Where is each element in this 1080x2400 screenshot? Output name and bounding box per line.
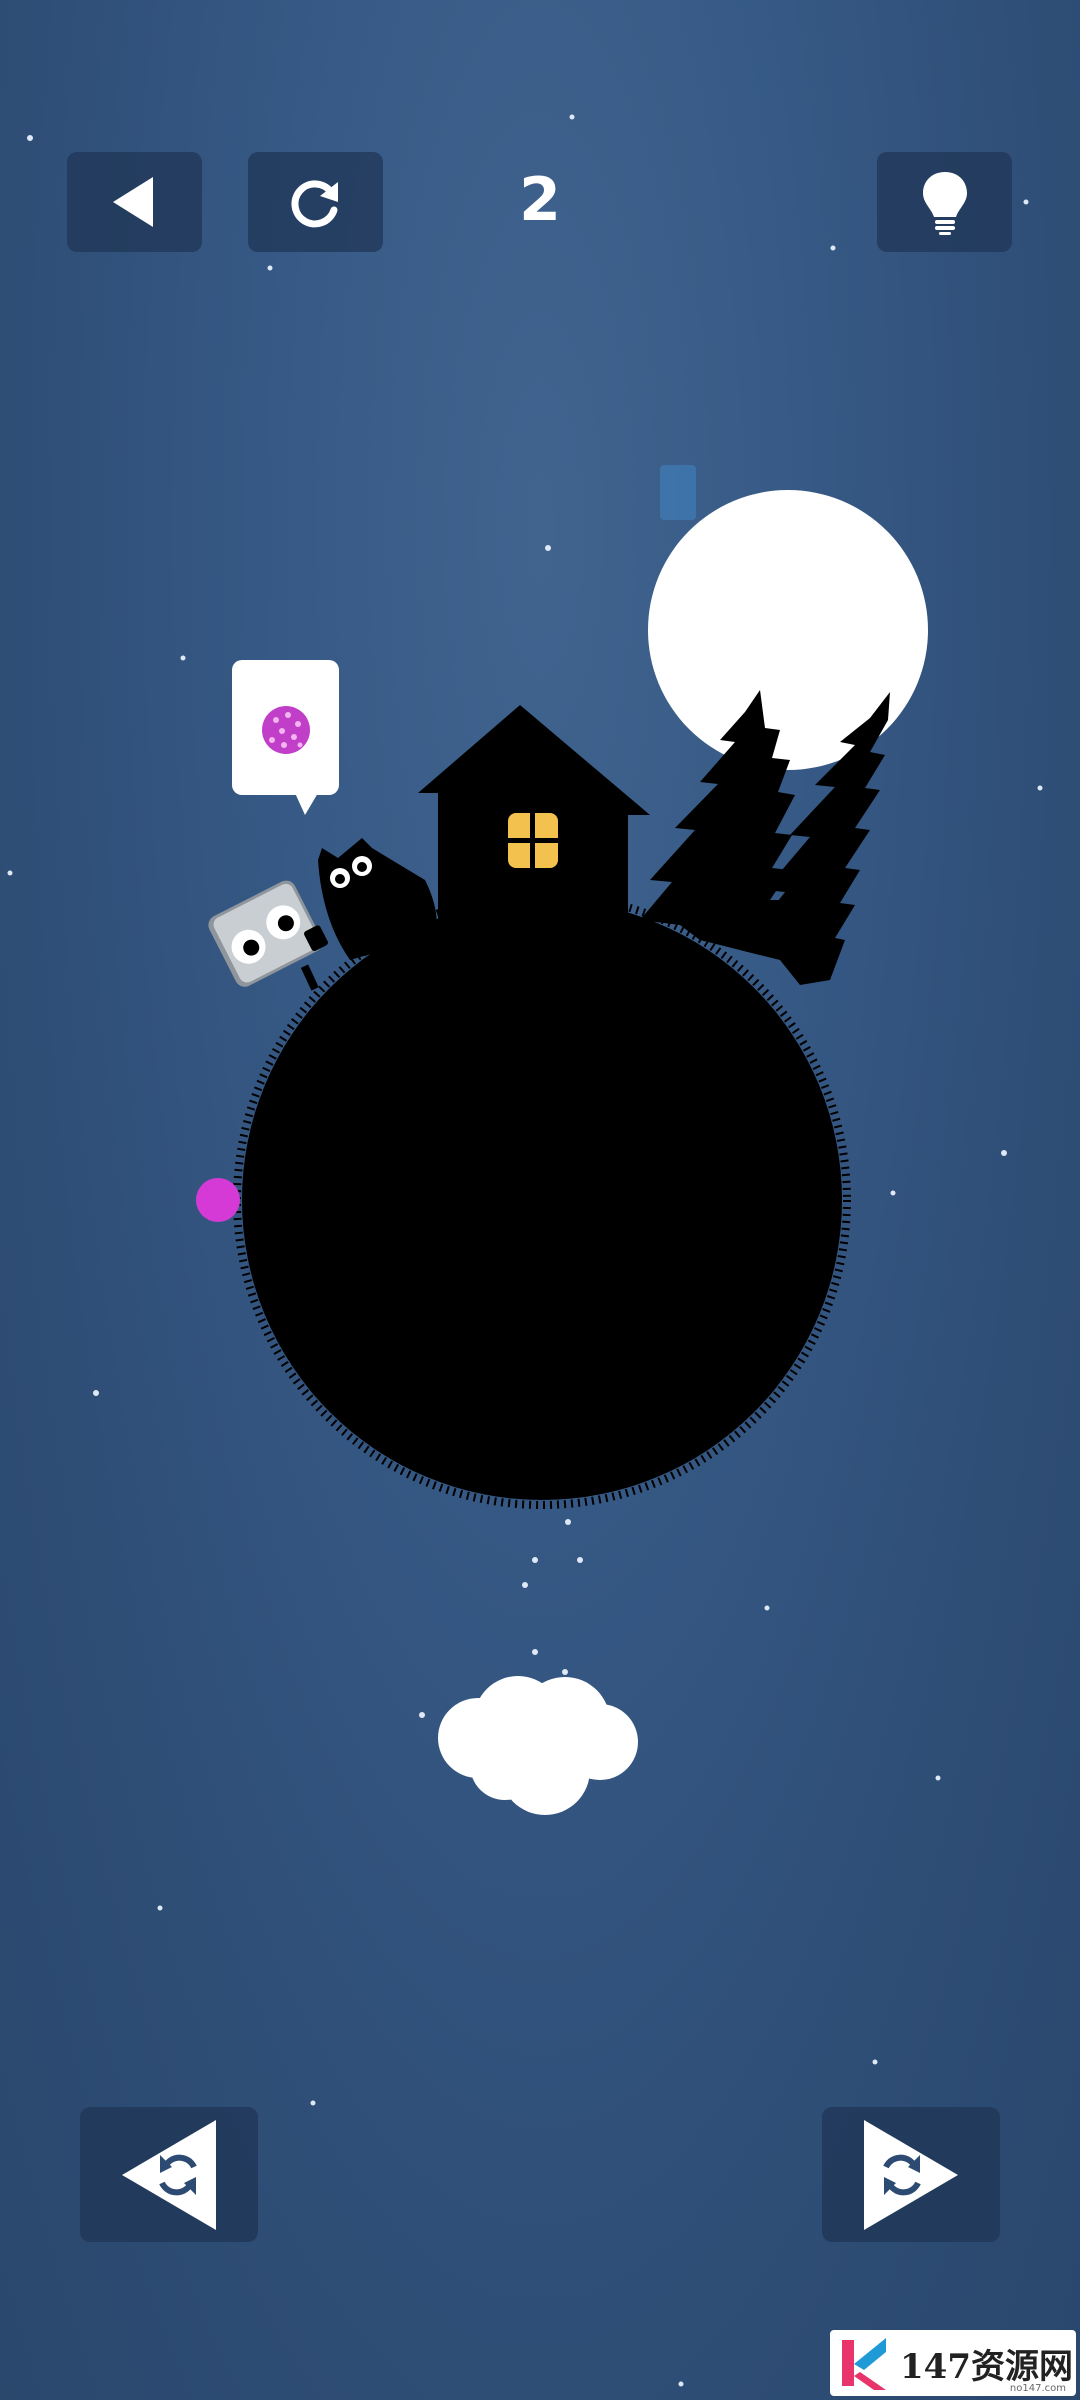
- back-button[interactable]: [67, 152, 202, 252]
- restart-icon: [290, 180, 338, 228]
- watermark: 147资源网 no147.com: [830, 2330, 1076, 2396]
- hint-button[interactable]: [877, 152, 1012, 252]
- back-arrow-icon: [112, 177, 153, 227]
- planet: [233, 891, 851, 1509]
- rotate-right-button[interactable]: [822, 2107, 1000, 2242]
- rotate-left-icon: [122, 2119, 216, 2230]
- watermark-subtext: no147.com: [1009, 2383, 1066, 2394]
- restart-button[interactable]: [248, 152, 383, 252]
- lightbulb-icon: [922, 172, 967, 235]
- pink-ball[interactable]: [196, 1178, 240, 1222]
- rotate-right-icon: [864, 2119, 958, 2230]
- faint-block: [660, 465, 696, 520]
- watermark-logo-icon: [842, 2338, 886, 2390]
- speech-bubble: [232, 660, 339, 815]
- watermark-text: 147资源网: [900, 2346, 1073, 2387]
- moon: [648, 490, 928, 770]
- game-scene: [7, 114, 1043, 2387]
- rotate-left-button[interactable]: [80, 2107, 258, 2242]
- level-number: 2: [519, 165, 561, 235]
- cloud[interactable]: [438, 1676, 638, 1815]
